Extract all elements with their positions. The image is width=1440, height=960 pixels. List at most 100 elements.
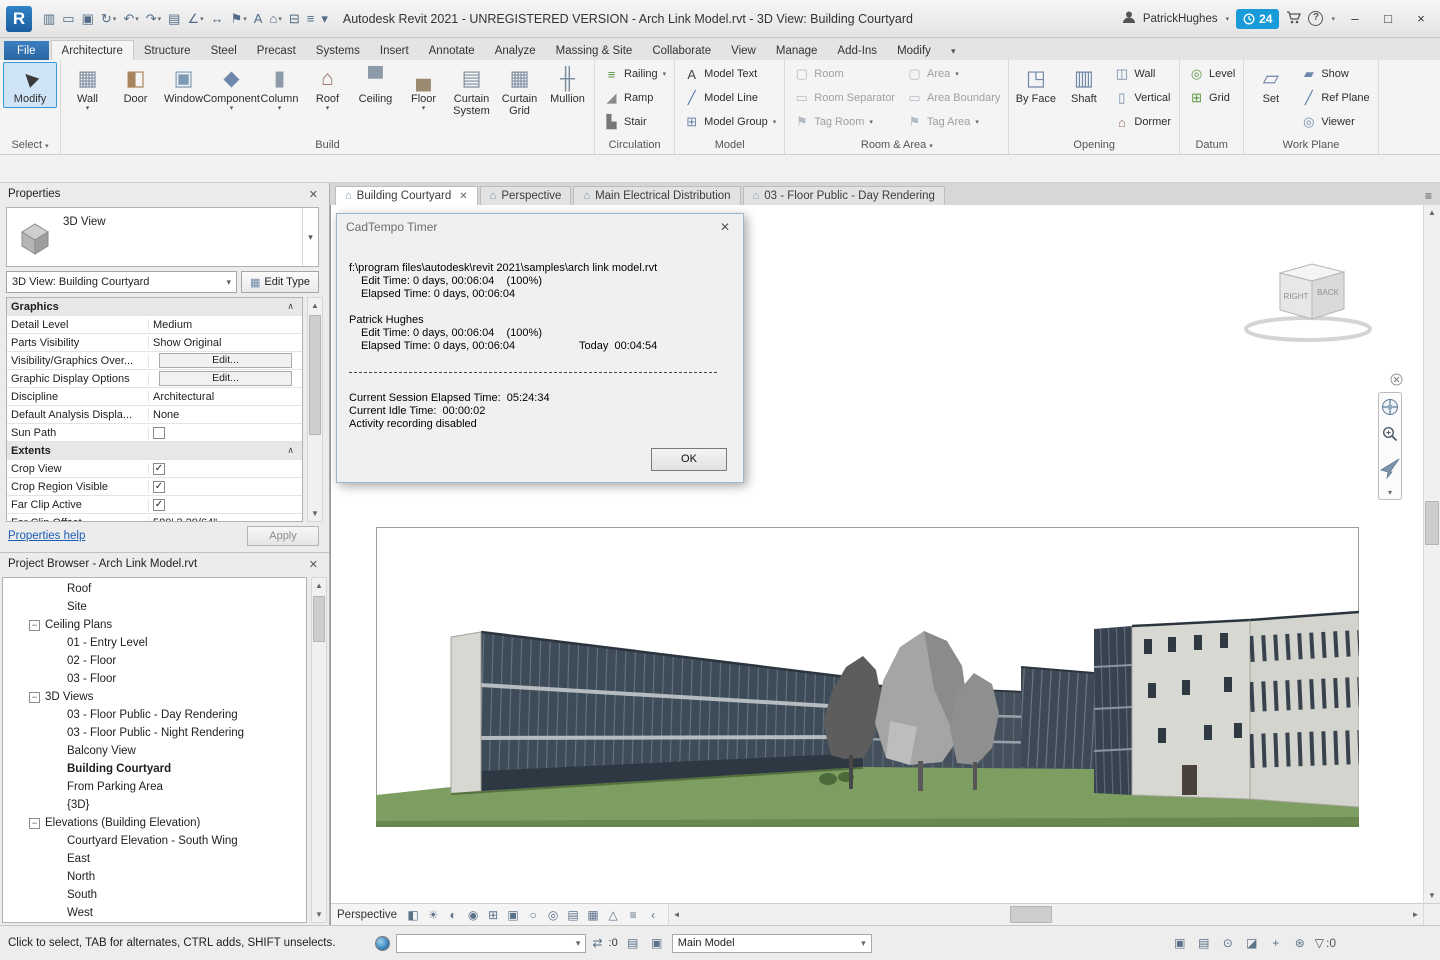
expander-icon[interactable]: − [29, 817, 40, 829]
modify-button[interactable]: ▶ Modify [3, 62, 57, 108]
grid-button[interactable]: ⊞ Grid [1183, 86, 1240, 110]
wall-button[interactable]: ◫ Wall [1108, 62, 1176, 86]
tree-item-site[interactable]: Site [3, 598, 306, 616]
scroll-track[interactable] [308, 313, 322, 506]
tree-item-03-floor-public-day-rendering[interactable]: 03 - Floor Public - Day Rendering [3, 706, 306, 724]
wall-button[interactable]: ▦ Wall ▾ [64, 62, 111, 116]
property-value[interactable]: Architectural [149, 391, 302, 403]
property-value[interactable]: ✓ [149, 498, 302, 511]
customize-qat-icon[interactable]: ▾ [318, 10, 331, 28]
ribbon-tab-steel[interactable]: Steel [201, 41, 247, 60]
ramp-button[interactable]: ◢ Ramp [598, 86, 671, 110]
section-graphics[interactable]: Graphics ∧ [7, 298, 302, 316]
ceiling-button[interactable]: ▀ Ceiling [352, 62, 399, 108]
vertical-scrollbar[interactable]: ▲ ▼ [1423, 205, 1440, 903]
tree-item-courtyard-elevation-south-wing[interactable]: Courtyard Elevation - South Wing [3, 832, 306, 850]
view-tab-building-courtyard[interactable]: ⌂ Building Courtyard ✕ [335, 186, 478, 205]
panel-label-build[interactable]: Build [61, 137, 594, 154]
curtain-system-button[interactable]: ▤ Curtain System [448, 62, 495, 120]
thin-lines-icon[interactable]: ≡ [304, 10, 318, 28]
property-value[interactable]: ✓ [149, 462, 302, 475]
ref-plane-button[interactable]: ╱ Ref Plane [1295, 86, 1374, 110]
ribbon-tab-modify[interactable]: Modify [887, 41, 941, 60]
temporary-view-properties-icon[interactable]: ▦ [584, 906, 602, 924]
ribbon-tab-add-ins[interactable]: Add-Ins [827, 41, 887, 60]
close-button[interactable]: × [1408, 9, 1434, 28]
panel-label-work-plane[interactable]: Work Plane [1244, 137, 1377, 154]
navbar-dropdown-icon[interactable]: ▾ [1388, 488, 1392, 497]
scroll-up-icon[interactable]: ▲ [1424, 205, 1440, 220]
crop-view-icon[interactable]: ⊞ [484, 906, 502, 924]
tree-item-3d-views[interactable]: −3D Views [3, 688, 306, 706]
tag-by-category-icon[interactable]: ⚑ ▾ [228, 10, 250, 28]
property-value[interactable]: Edit... [149, 371, 302, 386]
tag-area-button[interactable]: ⚑ Tag Area ▾ [901, 110, 1005, 134]
drag-elements-on-selection-icon[interactable]: + [1267, 934, 1285, 952]
viewcube[interactable]: RIGHT BACK [1236, 253, 1386, 348]
model-line-button[interactable]: ╱ Model Line [678, 86, 781, 110]
design-option-dropdown[interactable]: Main Model ▾ [671, 933, 872, 953]
help-menu-arrow-icon[interactable]: ▾ [1331, 15, 1335, 23]
door-button[interactable]: ◧ Door [112, 62, 159, 108]
panel-label-circulation[interactable]: Circulation [595, 137, 674, 154]
model-text-button[interactable]: A Model Text [678, 62, 781, 86]
maximize-button[interactable]: □ [1375, 9, 1401, 28]
scroll-up-icon[interactable]: ▲ [308, 298, 322, 313]
user-menu-arrow-icon[interactable]: ▾ [1226, 15, 1230, 23]
sun-path-checkbox[interactable] [153, 426, 165, 439]
full-navigation-wheel-icon[interactable] [1379, 449, 1401, 485]
worksets-dialog-icon[interactable]: ▤ [624, 934, 642, 952]
set-button[interactable]: ▱ Set [1247, 62, 1294, 108]
sync-icon[interactable]: ↻ ▾ [98, 10, 119, 28]
dialog-close-icon[interactable]: ✕ [716, 220, 734, 234]
crop-region-visible-checkbox[interactable]: ✓ [153, 480, 165, 493]
tree-item-building-courtyard[interactable]: Building Courtyard [3, 760, 306, 778]
crop-view-checkbox[interactable]: ✓ [153, 462, 165, 475]
panel-label-room-area[interactable]: Room & Area ▾ [785, 137, 1008, 154]
ribbon-tab-architecture[interactable]: Architecture [50, 40, 134, 60]
project-browser-header[interactable]: Project Browser - Arch Link Model.rvt ✕ [0, 553, 329, 575]
ribbon-state-toggle-icon[interactable]: ▾ [945, 43, 962, 60]
property-value[interactable]: ✓ [149, 480, 302, 493]
text-icon[interactable]: A [251, 10, 266, 28]
temporary-hide-isolate-icon[interactable]: ○ [524, 906, 542, 924]
shaft-button[interactable]: ▥ Shaft [1060, 62, 1107, 108]
steering-wheel-icon[interactable] [1379, 395, 1401, 419]
active-workset-dropdown[interactable]: ▾ [396, 933, 587, 953]
ok-button[interactable]: OK [651, 448, 727, 471]
ribbon-tab-view[interactable]: View [721, 41, 766, 60]
view-tab-main-electrical-distribution[interactable]: ⌂ Main Electrical Distribution [573, 186, 741, 205]
scroll-left-icon[interactable]: ◄ [669, 904, 684, 925]
collapse-section-icon[interactable]: ∧ [287, 445, 298, 456]
panel-label-datum[interactable]: Datum [1180, 137, 1243, 154]
editing-requests-icon[interactable]: ⇄ [592, 936, 602, 950]
property-value[interactable]: None [149, 409, 302, 421]
tree-item-balcony-view[interactable]: Balcony View [3, 742, 306, 760]
floor-button[interactable]: ▄ Floor ▾ [400, 62, 447, 116]
scroll-down-icon[interactable]: ▼ [312, 907, 326, 922]
aligned-dimension-icon[interactable]: ↔ [208, 10, 227, 28]
level-button[interactable]: ◎ Level [1183, 62, 1240, 86]
graphic-display-options-edit-button[interactable]: Edit... [158, 371, 293, 386]
ribbon-tab-precast[interactable]: Precast [247, 41, 306, 60]
properties-header[interactable]: Properties ✕ [0, 183, 329, 205]
tree-item-roof[interactable]: Roof [3, 580, 306, 598]
project-browser-scrollbar[interactable]: ▲ ▼ [311, 577, 327, 923]
vertical-button[interactable]: ▯ Vertical [1108, 86, 1176, 110]
scroll-up-icon[interactable]: ▲ [312, 578, 326, 593]
properties-help-link[interactable]: Properties help [8, 530, 85, 542]
scroll-thumb[interactable] [309, 315, 321, 435]
property-value[interactable] [149, 426, 302, 439]
component-button[interactable]: ◆ Component ▾ [203, 62, 260, 116]
far-clip-active-checkbox[interactable]: ✓ [153, 498, 165, 511]
worksharing-display-icon[interactable]: ▤ [564, 906, 582, 924]
ribbon-tab-structure[interactable]: Structure [134, 41, 201, 60]
worksharing-status-icon[interactable] [375, 935, 391, 951]
ribbon-tab-annotate[interactable]: Annotate [419, 41, 485, 60]
cart-icon[interactable] [1286, 10, 1302, 27]
ribbon-tab-collaborate[interactable]: Collaborate [642, 41, 721, 60]
expander-icon[interactable]: − [29, 619, 40, 631]
scroll-thumb[interactable] [1009, 906, 1052, 923]
tree-item-03-floor[interactable]: 03 - Floor [3, 670, 306, 688]
type-selector[interactable]: 3D View ▾ [6, 207, 319, 267]
